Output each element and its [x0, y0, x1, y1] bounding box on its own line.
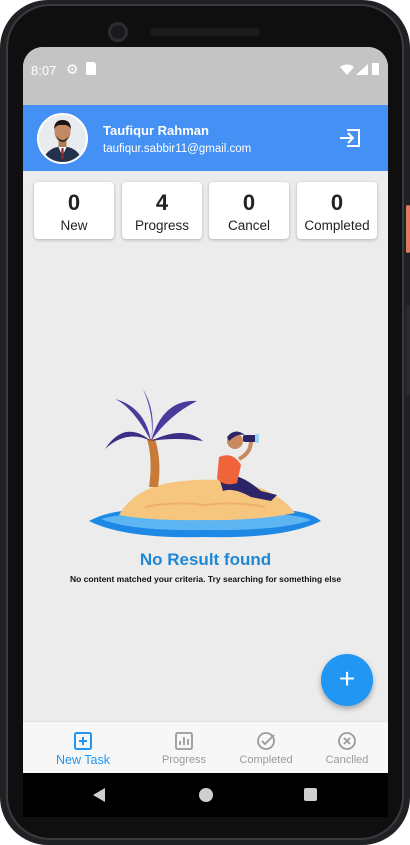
card-label: Cancel — [227, 218, 271, 233]
home-icon[interactable] — [199, 788, 213, 802]
status-time: 8:07 — [31, 63, 57, 78]
summary-card-progress[interactable]: 4 Progress — [122, 182, 202, 239]
empty-state-title: No Result found — [139, 550, 272, 569]
logout-icon — [340, 129, 360, 147]
check-circle-icon — [257, 732, 275, 750]
wifi-icon — [340, 64, 354, 75]
summary-card-cancel[interactable]: 0 Cancel — [209, 182, 289, 239]
empty-state-subtitle: No content matched your criteria. Try se… — [69, 574, 342, 584]
summary-cards: 0 New 4 Progress 0 Cancel 0 Completed — [23, 182, 388, 240]
nav-label: New Task — [56, 753, 110, 767]
nav-label: Progress — [161, 754, 207, 766]
card-label: New — [60, 218, 88, 233]
card-count: 0 — [330, 190, 344, 215]
recents-icon[interactable] — [304, 788, 317, 801]
cancel-circle-icon — [338, 732, 356, 750]
battery-icon — [372, 63, 379, 75]
user-name: Taufiqur Rahman — [103, 123, 209, 138]
user-email: taufiqur.sabbir11@gmail.com — [103, 143, 252, 155]
plus-icon: + — [338, 663, 356, 694]
bottom-navigation: New Task Progress Completed Canclled — [23, 721, 388, 773]
back-icon[interactable] — [92, 788, 106, 802]
card-count: 0 — [242, 190, 256, 215]
sd-card-icon — [86, 62, 96, 75]
profile-header[interactable]: Taufiqur Rahman taufiqur.sabbir11@gmail.… — [23, 105, 388, 171]
add-task-fab[interactable]: + — [321, 654, 373, 706]
gear-icon: ⚙ — [66, 61, 79, 77]
card-label: Progress — [134, 218, 190, 233]
phone-frame: 8:07 ⚙ Taufiqur Rahman taufiqur.sabbir11… — [0, 0, 410, 845]
card-count: 0 — [67, 190, 81, 215]
summary-card-completed[interactable]: 0 Completed — [297, 182, 377, 239]
nav-item-completed[interactable]: Completed — [221, 722, 311, 773]
summary-card-new[interactable]: 0 New — [34, 182, 114, 239]
nav-item-new-task[interactable]: New Task — [38, 722, 128, 773]
empty-island-illustration — [89, 389, 321, 538]
nav-label: Canclled — [325, 754, 369, 766]
avatar[interactable] — [37, 113, 88, 164]
nav-label: Completed — [239, 754, 293, 766]
nav-item-progress[interactable]: Progress — [139, 722, 229, 773]
status-bar: 8:07 ⚙ — [23, 47, 388, 105]
logout-button[interactable] — [335, 125, 365, 151]
card-count: 4 — [155, 190, 169, 215]
avatar-photo — [39, 115, 86, 162]
earpiece-speaker — [150, 28, 260, 36]
card-label: Completed — [304, 218, 370, 233]
add-box-icon — [74, 732, 92, 750]
front-camera — [108, 22, 128, 42]
volume-button — [406, 305, 410, 395]
signal-icon — [356, 64, 368, 75]
app-screen: 8:07 ⚙ Taufiqur Rahman taufiqur.sabbir11… — [23, 47, 388, 773]
system-navigation-bar — [23, 773, 388, 817]
power-button — [406, 205, 410, 253]
bar-chart-icon — [175, 732, 193, 750]
nav-item-cancelled[interactable]: Canclled — [302, 722, 388, 773]
